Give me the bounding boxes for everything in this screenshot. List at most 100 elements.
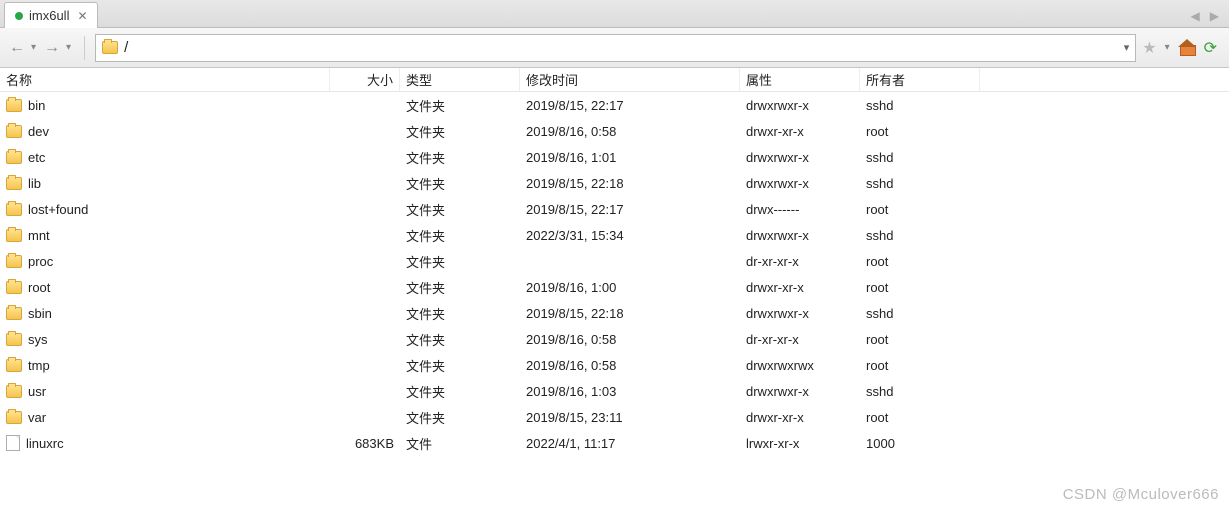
cell-mtime: 2019/8/16, 0:58 [520,124,740,139]
cell-name: dev [0,124,330,139]
cell-mtime: 2019/8/15, 22:17 [520,98,740,113]
cell-attr: drwxrwxr-x [740,176,860,191]
star-icon[interactable]: ★ [1142,38,1156,58]
file-name: dev [28,124,49,139]
cell-type: 文件夹 [400,96,520,115]
folder-icon [102,41,118,54]
folder-icon [6,151,22,164]
cell-name: tmp [0,358,330,373]
cell-size: 683KB [330,436,400,451]
cell-owner: sshd [860,384,980,399]
folder-icon [6,333,22,346]
separator [84,36,85,60]
cell-owner: root [860,332,980,347]
cell-mtime: 2019/8/15, 22:17 [520,202,740,217]
header-owner[interactable]: 所有者 [860,68,980,91]
cell-owner: sshd [860,228,980,243]
cell-name: linuxrc [0,435,330,451]
list-item[interactable]: var文件夹2019/8/15, 23:11drwxr-xr-xroot [0,404,1229,430]
cell-type: 文件夹 [400,304,520,323]
list-item[interactable]: bin文件夹2019/8/15, 22:17drwxrwxr-xsshd [0,92,1229,118]
nav-history: ← ▾ → ▾ [6,37,74,59]
file-name: lib [28,176,41,191]
cell-mtime: 2019/8/16, 0:58 [520,358,740,373]
header-size[interactable]: 大小 [330,68,400,91]
cell-owner: sshd [860,98,980,113]
folder-icon [6,99,22,112]
file-icon [6,435,20,451]
list-item[interactable]: etc文件夹2019/8/16, 1:01drwxrwxr-xsshd [0,144,1229,170]
cell-mtime: 2019/8/15, 22:18 [520,176,740,191]
folder-icon [6,411,22,424]
folder-icon [6,125,22,138]
cell-name: sys [0,332,330,347]
cell-owner: sshd [860,306,980,321]
list-item[interactable]: lib 文件夹2019/8/15, 22:18drwxrwxr-xsshd [0,170,1229,196]
tab-bar: imx6ull ✕ ◀ ▶ [0,0,1229,28]
cell-owner: root [860,124,980,139]
folder-icon [6,255,22,268]
file-name: proc [28,254,53,269]
nav-back-menu-icon[interactable]: ▾ [28,40,39,55]
header-type[interactable]: 类型 [400,68,520,91]
home-icon[interactable] [1178,40,1196,56]
path-text: / [124,39,1118,56]
cell-owner: 1000 [860,436,980,451]
list-item[interactable]: dev 文件夹2019/8/16, 0:58drwxr-xr-xroot [0,118,1229,144]
list-item[interactable]: sbin文件夹2019/8/15, 22:18drwxrwxr-xsshd [0,300,1229,326]
cell-name: usr [0,384,330,399]
cell-name: proc [0,254,330,269]
cell-attr: drwxr-xr-x [740,124,860,139]
list-item[interactable]: root文件夹2019/8/16, 1:00drwxr-xr-xroot [0,274,1229,300]
tab-title: imx6ull [29,8,69,23]
cell-attr: dr-xr-xr-x [740,332,860,347]
cell-attr: drwxrwxrwx [740,358,860,373]
nav-forward-icon[interactable]: → [41,37,63,59]
cell-mtime: 2019/8/15, 23:11 [520,410,740,425]
tab-nav-arrows: ◀ ▶ [1191,9,1229,27]
cell-owner: root [860,254,980,269]
cell-mtime: 2019/8/16, 1:00 [520,280,740,295]
close-icon[interactable]: ✕ [75,9,89,23]
list-item[interactable]: usr文件夹2019/8/16, 1:03drwxrwxr-xsshd [0,378,1229,404]
tab-scroll-left-icon[interactable]: ◀ [1191,9,1200,23]
header-attr[interactable]: 属性 [740,68,860,91]
list-item[interactable]: tmp文件夹2019/8/16, 0:58drwxrwxrwxroot [0,352,1229,378]
cell-name: sbin [0,306,330,321]
cell-type: 文件夹 [400,122,520,141]
tab-imx6ull[interactable]: imx6ull ✕ [4,2,98,28]
file-name: sbin [28,306,52,321]
cell-type: 文件夹 [400,174,520,193]
file-name: lost+found [28,202,88,217]
nav-back-icon[interactable]: ← [6,37,28,59]
folder-icon [6,307,22,320]
cell-owner: root [860,280,980,295]
refresh-icon[interactable]: ⟳ [1204,38,1217,58]
folder-icon [6,229,22,242]
nav-forward-menu-icon[interactable]: ▾ [63,40,74,55]
file-name: etc [28,150,45,165]
cell-owner: sshd [860,176,980,191]
folder-icon [6,359,22,372]
cell-mtime: 2022/4/1, 11:17 [520,436,740,451]
path-input[interactable]: / ▾ [95,34,1136,62]
cell-type: 文件夹 [400,148,520,167]
list-item[interactable]: sys文件夹2019/8/16, 0:58dr-xr-xr-xroot [0,326,1229,352]
cell-attr: lrwxr-xr-x [740,436,860,451]
header-mtime[interactable]: 修改时间 [520,68,740,91]
cell-owner: root [860,410,980,425]
cell-type: 文件夹 [400,226,520,245]
cell-mtime: 2019/8/16, 1:01 [520,150,740,165]
list-item[interactable]: lost+found文件夹2019/8/15, 22:17drwx------r… [0,196,1229,222]
chevron-down-icon[interactable]: ▾ [1124,41,1130,54]
list-item[interactable]: mnt文件夹2022/3/31, 15:34drwxrwxr-xsshd [0,222,1229,248]
file-name: root [28,280,50,295]
cell-attr: dr-xr-xr-x [740,254,860,269]
tab-scroll-right-icon[interactable]: ▶ [1210,9,1219,23]
cell-attr: drwxrwxr-x [740,384,860,399]
list-item[interactable]: proc文件夹dr-xr-xr-xroot [0,248,1229,274]
header-name[interactable]: 名称 [0,68,330,91]
list-item[interactable]: linuxrc683KB文件2022/4/1, 11:17lrwxr-xr-x1… [0,430,1229,456]
cell-name: lost+found [0,202,330,217]
toolbar-menu-icon[interactable]: ▾ [1165,42,1170,53]
